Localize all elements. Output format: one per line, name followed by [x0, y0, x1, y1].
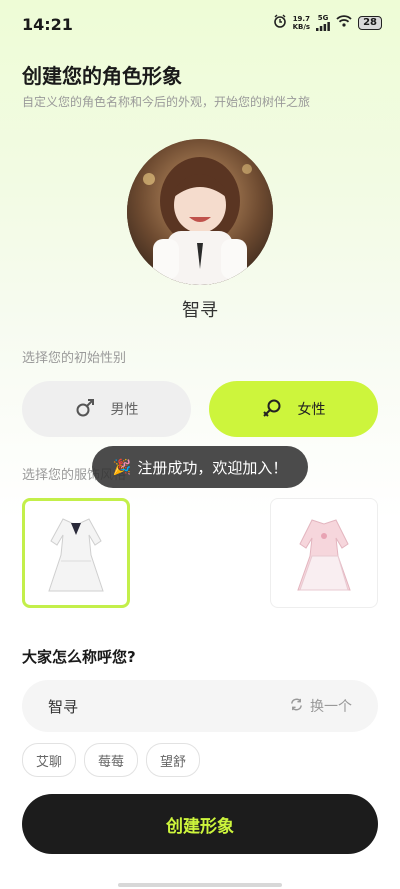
status-icons: 19.7 KB/s 5G 28 — [273, 14, 382, 31]
create-avatar-button[interactable]: 创建形象 — [22, 794, 378, 854]
toast-text: 注册成功，欢迎加入！ — [137, 458, 288, 477]
nickname-value: 智寻 — [48, 698, 79, 716]
nickname-question: 大家怎么称呼您? — [22, 648, 136, 666]
female-button[interactable]: 女性 — [209, 381, 378, 437]
female-icon — [262, 398, 282, 421]
white-dress-image — [48, 518, 104, 592]
male-icon — [75, 398, 95, 421]
party-icon: 🎉 — [112, 458, 132, 476]
signal-label: 5G — [317, 14, 329, 22]
wifi-icon — [336, 15, 352, 30]
home-indicator[interactable] — [118, 883, 282, 887]
nickname-field[interactable]: 智寻 换一个 — [22, 680, 378, 732]
avatar-name: 智寻 — [182, 300, 218, 321]
swap-name-label: 换一个 — [310, 699, 352, 715]
battery-indicator: 28 — [358, 15, 382, 30]
signal-indicator: 5G — [316, 14, 330, 31]
alarm-icon — [273, 14, 287, 31]
gender-section-label: 选择您的初始性别 — [22, 351, 127, 366]
network-speed: 19.7 KB/s — [293, 15, 310, 31]
page-title: 创建您的角色形象 — [22, 64, 182, 88]
female-label: 女性 — [297, 402, 326, 418]
male-label: 男性 — [110, 402, 139, 418]
name-suggestion-chip[interactable]: 莓莓 — [84, 743, 138, 777]
signal-icon — [316, 22, 330, 31]
male-button[interactable]: 男性 — [22, 381, 191, 437]
outfit-card-white-dress[interactable] — [22, 498, 130, 608]
net-speed-unit: KB/s — [292, 22, 311, 31]
net-speed-value: 19.7 — [292, 14, 310, 23]
outfit-card-pink-dress[interactable] — [270, 498, 378, 608]
name-suggestion-chip[interactable]: 望舒 — [146, 743, 200, 777]
toast-message: 🎉 注册成功，欢迎加入！ — [92, 446, 308, 488]
swap-name-button[interactable]: 换一个 — [289, 696, 352, 716]
status-time: 14:21 — [22, 15, 73, 34]
status-bar: 14:21 19.7 KB/s 5G 28 — [0, 0, 400, 44]
page-subtitle: 自定义您的角色名称和今后的外观，开始您的树伴之旅 — [22, 95, 311, 109]
avatar[interactable] — [127, 139, 273, 285]
name-suggestion-chip[interactable]: 艾聊 — [22, 743, 76, 777]
pink-dress-image — [297, 519, 351, 591]
refresh-icon — [289, 697, 304, 716]
